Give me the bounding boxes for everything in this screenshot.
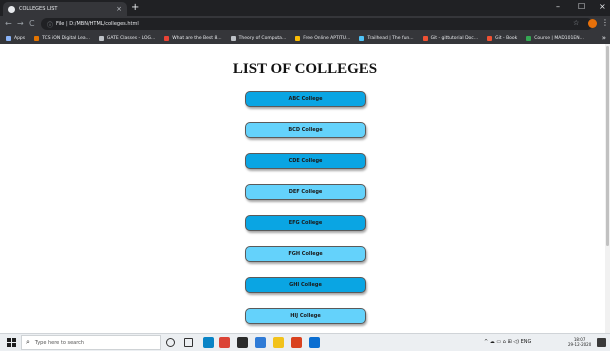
store-icon[interactable] — [237, 337, 248, 348]
bookmark-favicon-icon — [230, 35, 236, 41]
system-tray[interactable]: ^ ☁ ▭ ⌂ ⊞ ◁) ENG — [484, 339, 531, 345]
title-bar: COLLEGES LIST × + – ☐ × — [0, 0, 610, 16]
page-content: LIST OF COLLEGES ABC College BCD College C… — [0, 44, 610, 333]
notifications-icon[interactable] — [597, 338, 606, 347]
college-button[interactable]: FGH College — [245, 246, 366, 262]
taskbar-clock[interactable]: 18:07 29-12-2020 — [568, 337, 591, 347]
bookmark-item[interactable]: Git - gittutorial Doc... — [422, 35, 479, 41]
globe-icon — [8, 5, 15, 13]
app-icon[interactable] — [291, 337, 302, 348]
taskbar-search-box[interactable]: ⌕ Type here to search — [21, 335, 161, 350]
bookmark-item[interactable]: Trailhead | The fun... — [359, 35, 414, 41]
back-button[interactable]: ← — [5, 19, 12, 28]
browser-toolbar: ← → C ⓘ File | D:/MBN/HTML/colleges.html… — [0, 16, 610, 32]
windows-start-icon[interactable] — [7, 338, 16, 347]
bookmark-favicon-icon — [6, 35, 11, 41]
bookmark-favicon-icon — [487, 35, 493, 41]
bookmark-label: Free Online APTITU... — [303, 35, 351, 41]
bookmarks-bar: Apps TCS iON Digital Lea... GATE Classes -… — [0, 32, 610, 44]
bookmark-favicon-icon — [34, 35, 40, 41]
bookmark-item[interactable]: GATE Classes - LOG... — [98, 35, 156, 41]
maximize-button[interactable]: ☐ — [578, 2, 585, 12]
bookmark-item[interactable]: What are the Best 8... — [164, 35, 222, 41]
bookmark-favicon-icon — [422, 35, 428, 41]
college-button[interactable]: ABC College — [245, 91, 366, 107]
tab-close-icon[interactable]: × — [116, 5, 122, 13]
reload-button[interactable]: C — [29, 19, 35, 28]
cortana-icon[interactable] — [166, 338, 175, 347]
bookmarks-overflow-icon[interactable]: » — [602, 32, 606, 44]
college-button[interactable]: EFG College — [245, 215, 366, 231]
task-view-icon[interactable] — [184, 338, 193, 347]
address-bar[interactable]: ⓘ File | D:/MBN/HTML/colleges.html — [41, 18, 593, 30]
new-tab-button[interactable]: + — [131, 2, 139, 14]
bookmark-item[interactable]: Apps — [6, 35, 26, 41]
bookmark-label: Git - Book — [495, 35, 518, 41]
tab-title: COLLEGES LIST — [19, 6, 58, 12]
college-button[interactable]: GHI College — [245, 277, 366, 293]
bookmark-favicon-icon — [164, 35, 170, 41]
bookmark-star-icon[interactable]: ☆ — [573, 19, 579, 27]
address-url[interactable]: File | D:/MBN/HTML/colleges.html — [56, 21, 139, 27]
college-button[interactable]: HIJ College — [245, 308, 366, 324]
bookmark-favicon-icon — [359, 35, 365, 41]
college-button[interactable]: BCD College — [245, 122, 366, 138]
bookmark-item[interactable]: Free Online APTITU... — [295, 35, 351, 41]
search-icon: ⌕ — [26, 338, 30, 346]
clock-date: 29-12-2020 — [568, 342, 592, 347]
search-placeholder: Type here to search — [34, 339, 85, 346]
bookmark-label: What are the Best 8... — [172, 35, 222, 41]
outlook-icon[interactable] — [309, 337, 320, 348]
bookmark-label: Course | MAD101EN... — [534, 35, 584, 41]
edge-icon[interactable] — [203, 337, 214, 348]
bookmark-label: Theory of Computa... — [238, 35, 287, 41]
file-explorer-icon[interactable] — [273, 337, 284, 348]
extension-icon[interactable] — [588, 19, 597, 28]
chrome-icon[interactable] — [219, 337, 230, 348]
college-button[interactable]: DEF College — [245, 184, 366, 200]
forward-button[interactable]: → — [17, 19, 24, 28]
browser-menu-icon[interactable]: ⋮ — [601, 18, 609, 27]
bookmark-label: TCS iON Digital Lea... — [42, 35, 90, 41]
bookmark-favicon-icon — [295, 35, 301, 41]
bookmark-item[interactable]: Git - Book — [487, 35, 518, 41]
minimize-button[interactable]: – — [556, 2, 560, 12]
college-button[interactable]: CDE College — [245, 153, 366, 169]
bookmark-favicon-icon — [98, 35, 104, 41]
taskbar: ⌕ Type here to search ^ ☁ ▭ ⌂ ⊞ ◁) ENG 1… — [0, 333, 610, 351]
bookmark-label: Git - gittutorial Doc... — [430, 35, 479, 41]
bookmark-item[interactable]: TCS iON Digital Lea... — [34, 35, 90, 41]
bookmark-label: GATE Classes - LOG... — [106, 35, 156, 41]
bookmark-label: Apps — [14, 35, 26, 41]
browser-tab[interactable]: COLLEGES LIST × — [3, 2, 127, 16]
mail-icon[interactable] — [255, 337, 266, 348]
page-title: LIST OF COLLEGES — [232, 61, 378, 77]
close-window-button[interactable]: × — [599, 2, 606, 12]
info-icon[interactable]: ⓘ — [47, 20, 53, 29]
scrollbar-thumb[interactable] — [606, 46, 609, 246]
bookmark-favicon-icon — [526, 35, 532, 41]
scrollbar[interactable] — [605, 44, 610, 333]
bookmark-item[interactable]: Course | MAD101EN... — [526, 35, 584, 41]
bookmark-item[interactable]: Theory of Computa... — [230, 35, 287, 41]
bookmark-label: Trailhead | The fun... — [367, 35, 414, 41]
